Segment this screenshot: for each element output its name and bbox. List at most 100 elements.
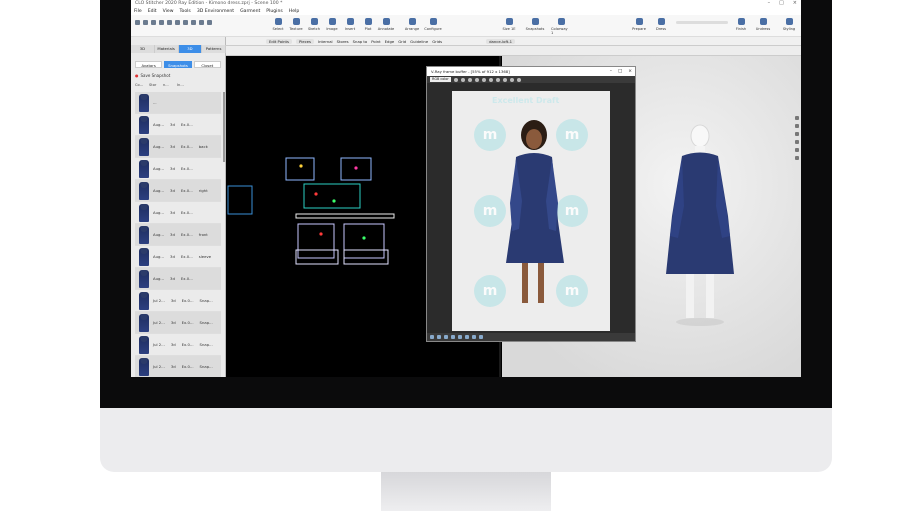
- snapshot-row[interactable]: Jul 2... 3d Ex.0... Snap...: [135, 334, 221, 356]
- maximize-button[interactable]: □: [779, 0, 784, 6]
- snapshot-row[interactable]: Aug... 3d Ex.0...: [135, 268, 221, 290]
- render-close-button[interactable]: ×: [628, 69, 632, 74]
- pattern-point[interactable]: [299, 164, 303, 168]
- menu-file[interactable]: File: [134, 9, 142, 14]
- snapshot-row[interactable]: Jul 2... 3d Ex.0... Snap...: [135, 290, 221, 312]
- snapshot-row[interactable]: ...: [135, 92, 221, 114]
- menu-garment[interactable]: Garment: [240, 9, 260, 14]
- new-icon[interactable]: [143, 20, 148, 25]
- point-toggle[interactable]: Point: [371, 39, 380, 44]
- settings-icon[interactable]: [191, 20, 196, 25]
- grids-toggle[interactable]: Grids: [432, 39, 442, 44]
- tool-prepare[interactable]: Prepare: [629, 18, 649, 31]
- render-status-icon[interactable]: [465, 335, 469, 339]
- render-status-icon[interactable]: [451, 335, 455, 339]
- tab-patterns[interactable]: Patterns: [202, 45, 226, 53]
- view-tool-icon[interactable]: [795, 124, 799, 128]
- tool-plot[interactable]: Plot: [358, 18, 378, 31]
- render-status-icon[interactable]: [444, 335, 448, 339]
- snapshot-row[interactable]: Jul 2... 3d Ex.0... Snap...: [135, 356, 221, 377]
- minimize-button[interactable]: –: [768, 0, 771, 6]
- view-tool-icon[interactable]: [795, 140, 799, 144]
- render-tool-icon[interactable]: [516, 77, 521, 82]
- home-icon[interactable]: [135, 20, 140, 25]
- tool-image[interactable]: Image: [322, 18, 342, 31]
- subtab-avatars[interactable]: Avatars: [135, 61, 163, 68]
- tool-snapshots[interactable]: Snapshots: [525, 18, 545, 31]
- column-header[interactable]: Co...: [135, 83, 147, 90]
- save-icon[interactable]: [159, 20, 164, 25]
- pattern-point[interactable]: [314, 192, 318, 196]
- snapshot-row[interactable]: Aug... 3d Ex.0... back: [135, 136, 221, 158]
- tool-insert[interactable]: Insert: [340, 18, 360, 31]
- tool-texture[interactable]: Texture: [286, 18, 306, 31]
- render-tool-icon[interactable]: [509, 77, 514, 82]
- render-tool-icon[interactable]: [453, 77, 458, 82]
- snapshot-row[interactable]: Aug... 3d Ex.0... right: [135, 180, 221, 202]
- subtab-snapshots[interactable]: Snapshots: [164, 61, 192, 68]
- snapshot-row[interactable]: Aug... 3d Ex.0...: [135, 202, 221, 224]
- menu-edit[interactable]: Edit: [148, 9, 157, 14]
- render-tool-icon[interactable]: [481, 77, 486, 82]
- subtab-closet[interactable]: Closet: [193, 61, 221, 68]
- view-tool-icon[interactable]: [795, 116, 799, 120]
- render-tool-icon[interactable]: [460, 77, 465, 82]
- render-status-icon[interactable]: [479, 335, 483, 339]
- render-tool-icon[interactable]: [495, 77, 500, 82]
- grid-toggle[interactable]: Grid: [398, 39, 406, 44]
- tool-undress[interactable]: Undress: [753, 18, 773, 31]
- menu-view[interactable]: View: [163, 9, 174, 14]
- snapshot-row[interactable]: Jul 2... 3d Ex.0... Snap...: [135, 312, 221, 334]
- render-status-icon[interactable]: [437, 335, 441, 339]
- view-tool-icon[interactable]: [795, 156, 799, 160]
- render-status-icon[interactable]: [472, 335, 476, 339]
- edge-toggle[interactable]: Edge: [385, 39, 395, 44]
- redo-icon[interactable]: [175, 20, 180, 25]
- tool-colorway[interactable]: Colorway 1: [551, 18, 571, 35]
- tab-3d-active[interactable]: 3D: [178, 45, 203, 53]
- pin-icon[interactable]: [207, 20, 212, 25]
- render-tool-icon[interactable]: [467, 77, 472, 82]
- pattern-piece[interactable]: [297, 223, 335, 259]
- render-tool-icon[interactable]: [488, 77, 493, 82]
- pattern-point[interactable]: [362, 236, 366, 240]
- render-maximize-button[interactable]: □: [618, 69, 622, 74]
- pattern-piece[interactable]: [343, 249, 389, 265]
- render-status-icon[interactable]: [458, 335, 462, 339]
- render-minimize-button[interactable]: –: [610, 69, 612, 74]
- pattern-point[interactable]: [332, 199, 336, 203]
- tool-arrange[interactable]: Arrange: [402, 18, 422, 31]
- open-icon[interactable]: [151, 20, 156, 25]
- view-tool-icon[interactable]: [795, 132, 799, 136]
- snapshot-row[interactable]: Aug... 3d Ex.0...: [135, 158, 221, 180]
- guideline-toggle[interactable]: Guideline: [410, 39, 428, 44]
- camera-icon[interactable]: [183, 20, 188, 25]
- undo-icon[interactable]: [167, 20, 172, 25]
- pattern-piece[interactable]: [295, 213, 395, 219]
- render-tool-icon[interactable]: [502, 77, 507, 82]
- close-button[interactable]: ×: [793, 0, 797, 6]
- tool-size[interactable]: Size 1E: [499, 18, 519, 31]
- pattern-piece[interactable]: [285, 157, 315, 181]
- snapshot-row[interactable]: Aug... 3d Ex.0...: [135, 114, 221, 136]
- avatar-select[interactable]: dance-loft-1: [486, 38, 515, 44]
- menu-3d-environment[interactable]: 3D Environment: [197, 9, 234, 14]
- gear-icon[interactable]: [199, 20, 204, 25]
- render-frame-buffer-window[interactable]: V-Ray frame buffer - [55% of 912 x 1368]…: [426, 66, 636, 342]
- render-status-icon[interactable]: [430, 335, 434, 339]
- column-header[interactable]: Stor: [149, 83, 161, 90]
- save-snapshot-button[interactable]: ● Save Snapshot: [135, 73, 170, 78]
- pieces-button[interactable]: Pieces: [295, 38, 314, 44]
- menu-plugins[interactable]: Plugins: [266, 9, 282, 14]
- tool-dress[interactable]: Dress: [651, 18, 671, 31]
- menu-tools[interactable]: Tools: [180, 9, 191, 14]
- pattern-piece[interactable]: [295, 249, 339, 265]
- tab-materials[interactable]: Materials: [154, 45, 179, 53]
- pattern-point[interactable]: [354, 166, 358, 170]
- view-tool-icon[interactable]: [795, 148, 799, 152]
- channel-select[interactable]: RGB color: [430, 77, 451, 82]
- pattern-point[interactable]: [319, 232, 323, 236]
- column-header[interactable]: In...: [177, 83, 189, 90]
- stores-button[interactable]: Stores: [337, 39, 349, 44]
- render-tool-icon[interactable]: [474, 77, 479, 82]
